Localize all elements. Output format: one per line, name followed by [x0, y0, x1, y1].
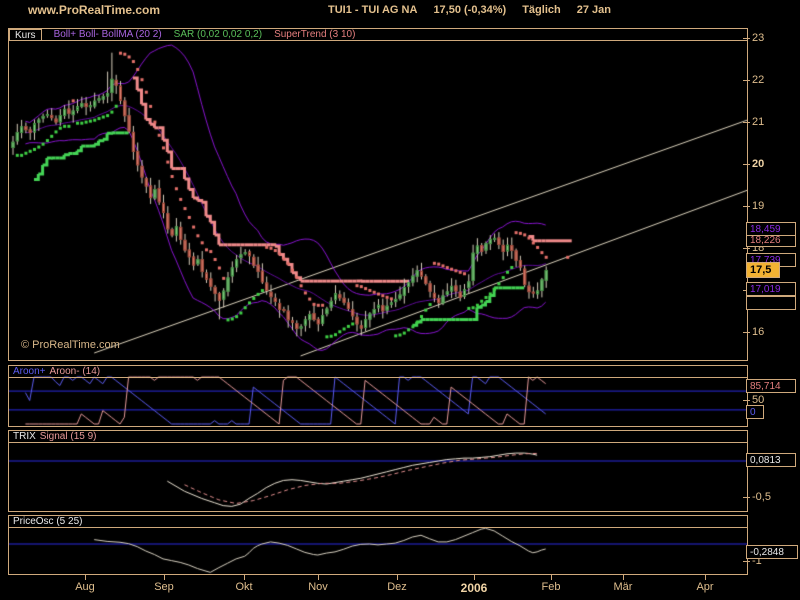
site-link[interactable]: www.ProRealTime.com	[28, 3, 160, 17]
value-box-last-price: 17,5	[746, 262, 780, 278]
month-label[interactable]: Dez	[387, 581, 407, 593]
value-box-posc: -0,2848	[746, 545, 798, 559]
price-axis-label: 21	[752, 116, 765, 128]
aroon-mid-tick	[743, 400, 750, 401]
price-legend-row: Kurs Boll+ Boll- BollMA (20 2) SAR (0,02…	[9, 28, 747, 41]
price-axis-tick	[743, 122, 750, 123]
aroon-up-label[interactable]: Aroon+	[13, 366, 46, 378]
tab-kurs[interactable]: Kurs	[9, 28, 42, 41]
price-osc-panel[interactable]: PriceOsc (5 25)	[8, 515, 748, 575]
value-box-trix: 0,0813	[746, 453, 796, 467]
price-chart-panel[interactable]: Kurs Boll+ Boll- BollMA (20 2) SAR (0,02…	[8, 28, 748, 361]
month-tick	[705, 575, 706, 580]
month-label[interactable]: Nov	[308, 581, 328, 593]
value-box-aroon-up: 0	[746, 405, 764, 419]
month-label[interactable]: Apr	[696, 581, 713, 593]
price-axis-tick	[743, 206, 750, 207]
month-tick	[623, 575, 624, 580]
value-box-boll-lower: 17,019	[746, 282, 796, 296]
header-bar: www.ProRealTime.com TUI1 - TUI AG NA 17,…	[0, 0, 800, 18]
month-label[interactable]: Sep	[154, 581, 174, 593]
posc-label[interactable]: PriceOsc (5 25)	[13, 516, 82, 528]
price-chart-canvas[interactable]	[9, 29, 747, 360]
month-label[interactable]: Mär	[614, 581, 633, 593]
price-axis-tick	[743, 332, 750, 333]
price-axis-label: 16	[752, 326, 765, 338]
value-box-sar	[746, 296, 796, 310]
price-axis-label: 22	[752, 74, 765, 86]
month-label[interactable]: Feb	[542, 581, 561, 593]
price-axis-tick	[743, 248, 750, 249]
price-axis-label: 19	[752, 200, 765, 212]
instrument-header: TUI1 - TUI AG NA 17,50 (-0,34%) Täglich …	[328, 4, 611, 16]
month-tick	[551, 575, 552, 580]
month-tick	[244, 575, 245, 580]
instrument-name: TUI1 - TUI AG NA	[328, 4, 418, 16]
month-label[interactable]: Aug	[75, 581, 95, 593]
trix-canvas[interactable]	[9, 431, 747, 511]
instrument-date: 27 Jan	[576, 4, 611, 16]
price-axis-label: 20	[752, 158, 765, 170]
month-label[interactable]: 2006	[461, 581, 488, 595]
aroon-title-row: Aroon+ Aroon- (14)	[9, 366, 747, 378]
watermark: © ProRealTime.com	[21, 339, 120, 351]
posc-tick	[743, 561, 750, 562]
trix-title-row: TRIX Signal (15 9)	[9, 431, 747, 443]
prorealtime-chart-window: { "header": { "site": "www.ProRealTime.c…	[0, 0, 800, 600]
legend-supertrend[interactable]: SuperTrend (3 10)	[274, 29, 355, 41]
legend-bollinger[interactable]: Boll+ Boll- BollMA (20 2)	[54, 29, 162, 41]
trix-panel[interactable]: TRIX Signal (15 9)	[8, 430, 748, 512]
trix-signal-label[interactable]: Signal (15 9)	[40, 431, 97, 443]
value-box-boll-upper: 18,459	[746, 222, 796, 236]
value-box-aroon-down: 85,714	[746, 379, 796, 393]
trix-label[interactable]: TRIX	[13, 431, 36, 443]
month-tick	[318, 575, 319, 580]
legend-sar[interactable]: SAR (0,02 0,02 0,2)	[174, 29, 262, 41]
trix-tick-label: -0,5	[752, 491, 771, 503]
instrument-price: 17,50 (-0,34%)	[433, 4, 507, 16]
aroon-panel[interactable]: Aroon+ Aroon- (14)	[8, 365, 748, 427]
price-axis-tick	[743, 164, 750, 165]
price-axis-tick	[743, 80, 750, 81]
aroon-down-label[interactable]: Aroon- (14)	[50, 366, 101, 378]
instrument-timeframe: Täglich	[522, 4, 561, 16]
month-tick	[474, 575, 475, 580]
trix-tick	[743, 497, 750, 498]
posc-title-row: PriceOsc (5 25)	[9, 516, 747, 528]
month-label[interactable]: Okt	[235, 581, 252, 593]
price-axis-label: 23	[752, 32, 765, 44]
month-tick	[85, 575, 86, 580]
month-tick	[397, 575, 398, 580]
month-tick	[164, 575, 165, 580]
